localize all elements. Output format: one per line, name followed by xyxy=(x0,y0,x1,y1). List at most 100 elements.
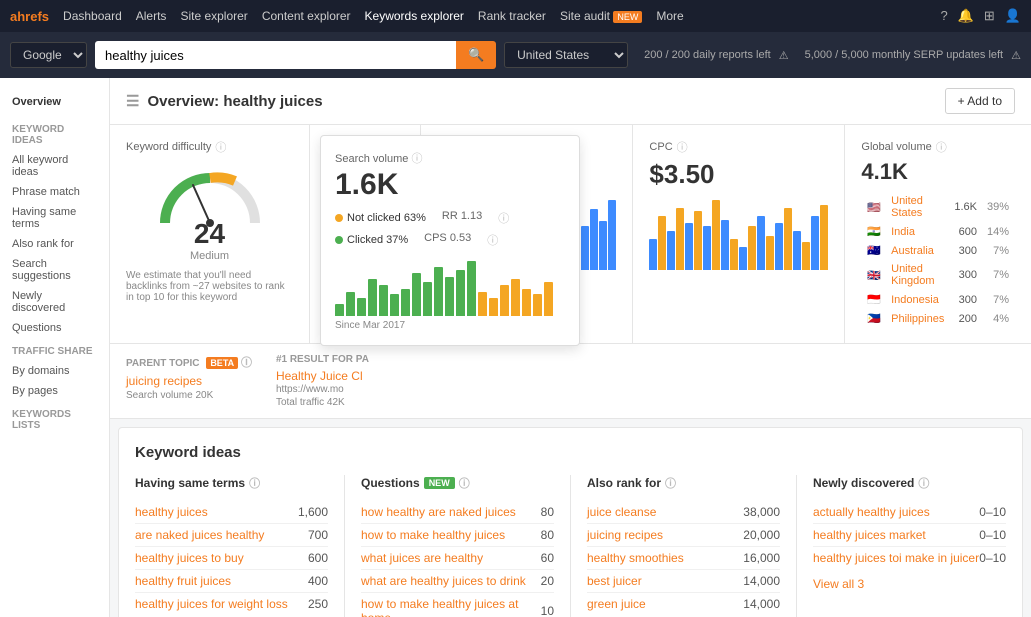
result-1-url: https://www.mo xyxy=(276,384,344,395)
gv-country-volume: 200 xyxy=(950,310,981,327)
sidebar-overview[interactable]: Overview xyxy=(0,88,109,116)
keyword-idea-link[interactable]: best juicer xyxy=(587,574,642,588)
sidebar: Overview KEYWORD IDEAS All keyword ideas… xyxy=(0,78,110,617)
questions-header: Questions NEW ⓘ xyxy=(361,475,554,491)
keyword-idea-row: healthy fruit juices 400 xyxy=(135,570,328,593)
gv-country-name[interactable]: United States xyxy=(891,195,923,219)
keyword-idea-link[interactable]: are naked juices healthy xyxy=(135,528,264,542)
nav-site-explorer[interactable]: Site explorer xyxy=(180,9,247,23)
questions-info-icon[interactable]: ⓘ xyxy=(459,475,470,491)
nav-site-audit[interactable]: Site audit NEW xyxy=(560,9,642,23)
keyword-idea-row: juice cleanse 38,000 xyxy=(587,501,780,524)
cpc-chart-bar xyxy=(766,236,774,270)
keyword-idea-link[interactable]: juice cleanse xyxy=(587,505,656,519)
sidebar-by-domains[interactable]: By domains xyxy=(0,361,109,381)
sidebar-all-keyword-ideas[interactable]: All keyword ideas xyxy=(0,150,109,182)
questions-new-badge: NEW xyxy=(424,477,455,489)
gv-country-pct: 14% xyxy=(983,223,1013,240)
gv-country-name[interactable]: United Kingdom xyxy=(891,263,934,287)
rr-info-icon[interactable]: ⓘ xyxy=(498,210,509,226)
sidebar-also-rank-for[interactable]: Also rank for xyxy=(0,234,109,254)
windows-icon[interactable]: ⊞ xyxy=(984,8,995,24)
keyword-idea-link[interactable]: how to make healthy juices xyxy=(361,528,505,542)
cpc-label: CPC ⓘ xyxy=(649,139,828,155)
sidebar-phrase-match[interactable]: Phrase match xyxy=(0,182,109,202)
keyword-idea-link[interactable]: healthy juices for weight loss xyxy=(135,597,288,611)
keyword-idea-link[interactable]: what are healthy juices to drink xyxy=(361,574,526,588)
keyword-idea-row: how healthy are naked juices 80 xyxy=(361,501,554,524)
notifications-icon[interactable]: 🔔 xyxy=(958,8,974,24)
cpc-info-icon[interactable]: ⓘ xyxy=(677,139,688,155)
keyword-idea-link[interactable]: how to make healthy juices at home xyxy=(361,597,541,617)
gv-country-name[interactable]: Indonesia xyxy=(891,294,939,306)
gauge-container: 24 Medium xyxy=(126,159,293,266)
sv-info-icon[interactable]: ⓘ xyxy=(411,153,422,165)
sidebar-questions[interactable]: Questions xyxy=(0,318,109,338)
gv-flag: 🇵🇭 xyxy=(863,310,885,327)
gv-country-volume: 300 xyxy=(950,242,981,259)
monthly-quota: ⚠ xyxy=(779,49,789,62)
keyword-idea-link[interactable]: healthy juices xyxy=(135,505,208,519)
kd-info-icon[interactable]: ⓘ xyxy=(215,139,226,155)
keyword-idea-link[interactable]: actually healthy juices xyxy=(813,505,930,519)
add-to-button[interactable]: + Add to xyxy=(945,88,1015,114)
sv-chart-bar xyxy=(544,282,553,316)
keyword-ideas-section: Keyword ideas Having same terms ⓘ health… xyxy=(118,427,1023,617)
gv-country-name[interactable]: Philippines xyxy=(891,313,944,325)
result-1-col: #1 result for pa Healthy Juice Cl https:… xyxy=(276,354,369,408)
keyword-idea-link[interactable]: juicing recipes xyxy=(587,528,663,542)
search-engine-select[interactable]: Google xyxy=(10,42,87,68)
cpc-chart-bar xyxy=(784,208,792,270)
arf-info-icon[interactable]: ⓘ xyxy=(665,475,676,491)
parent-topic-link[interactable]: juicing recipes xyxy=(126,374,202,388)
keyword-idea-link[interactable]: how healthy are naked juices xyxy=(361,505,516,519)
keyword-idea-link[interactable]: healthy fruit juices xyxy=(135,574,231,588)
nav-keywords-explorer[interactable]: Keywords explorer xyxy=(365,9,464,23)
region-select[interactable]: United States Global United Kingdom Aust… xyxy=(504,42,628,68)
keyword-idea-link[interactable]: healthy juices market xyxy=(813,528,926,542)
user-icon[interactable]: 👤 xyxy=(1005,8,1021,24)
gv-country-name[interactable]: India xyxy=(891,226,915,238)
search-button[interactable]: 🔍 xyxy=(456,41,496,69)
nav-rank-tracker[interactable]: Rank tracker xyxy=(478,9,546,23)
keyword-idea-link[interactable]: healthy smoothies xyxy=(587,551,684,565)
search-input[interactable] xyxy=(95,41,456,69)
keyword-idea-volume: 38,000 xyxy=(743,505,780,519)
parent-topic-label: Parent topic BETA ⓘ xyxy=(126,354,252,370)
result-1-title[interactable]: Healthy Juice Cl xyxy=(276,369,363,383)
keyword-idea-link[interactable]: green juice xyxy=(587,597,646,611)
help-icon[interactable]: ? xyxy=(940,8,947,24)
gv-country-name[interactable]: Australia xyxy=(891,245,934,257)
keyword-idea-link[interactable]: what juices are healthy xyxy=(361,551,483,565)
overview-header: ☰ Overview: healthy juices + Add to xyxy=(110,78,1031,125)
menu-icon[interactable]: ☰ xyxy=(126,92,139,110)
search-input-wrap: 🔍 xyxy=(95,41,496,69)
nav-dashboard[interactable]: Dashboard xyxy=(63,9,122,23)
clicks-chart-bar xyxy=(599,221,607,270)
keyword-idea-link[interactable]: healthy juices to buy xyxy=(135,551,244,565)
nd-view-all[interactable]: View all 3 xyxy=(813,577,1006,591)
hst-info-icon[interactable]: ⓘ xyxy=(249,475,260,491)
nd-info-icon[interactable]: ⓘ xyxy=(918,475,929,491)
gv-country-volume: 300 xyxy=(950,291,981,308)
having-same-terms-rows: healthy juices 1,600 are naked juices he… xyxy=(135,501,328,615)
keyword-idea-link[interactable]: healthy juices toi make in juicer xyxy=(813,551,979,565)
sidebar-newly-discovered[interactable]: Newly discovered xyxy=(0,286,109,318)
sidebar-by-pages[interactable]: By pages xyxy=(0,381,109,401)
keyword-ideas-columns: Having same terms ⓘ healthy juices 1,600… xyxy=(135,475,1006,617)
parent-topic-info[interactable]: ⓘ xyxy=(241,357,252,369)
sidebar-search-suggestions[interactable]: Search suggestions xyxy=(0,254,109,286)
cps-info-icon[interactable]: ⓘ xyxy=(487,232,498,248)
gv-info-icon[interactable]: ⓘ xyxy=(936,139,947,155)
nav-content-explorer[interactable]: Content explorer xyxy=(262,9,351,23)
cpc-chart-bar xyxy=(775,223,783,270)
questions-rows: how healthy are naked juices 80 how to m… xyxy=(361,501,554,617)
keyword-idea-row: healthy juices to buy 600 xyxy=(135,547,328,570)
beta-badge: BETA xyxy=(206,357,238,369)
nav-more[interactable]: More xyxy=(656,9,683,23)
keyword-idea-row: juicing recipes 20,000 xyxy=(587,524,780,547)
gv-flag: 🇦🇺 xyxy=(863,242,885,259)
nav-alerts[interactable]: Alerts xyxy=(136,9,167,23)
sidebar-having-same-terms[interactable]: Having same terms xyxy=(0,202,109,234)
gv-country-pct: 39% xyxy=(983,193,1013,221)
